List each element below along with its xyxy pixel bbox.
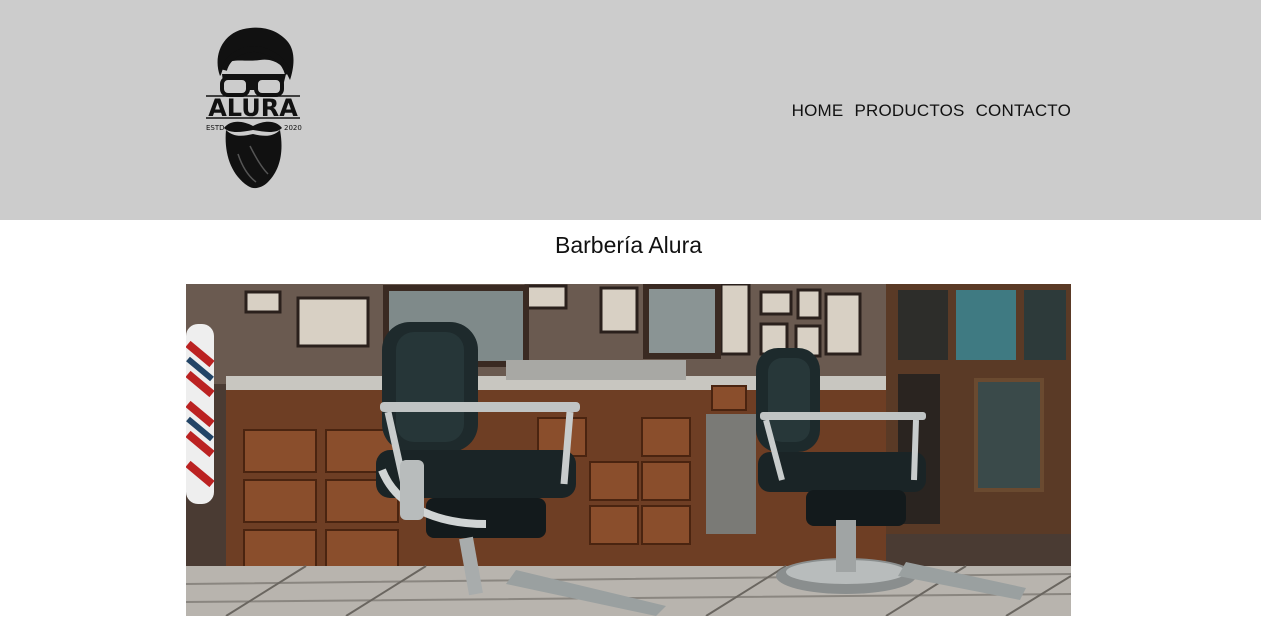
- barbershop-banner-image: [186, 284, 1071, 616]
- alura-logo[interactable]: ALURA ESTD 2020: [202, 24, 304, 192]
- nav-productos-link[interactable]: PRODUCTOS: [854, 101, 964, 121]
- page-title: Barbería Alura: [554, 232, 703, 258]
- logo-year-text: 2020: [284, 124, 302, 132]
- site-header: ALURA ESTD 2020 HOME PRODUCTOS CONTACTO: [0, 0, 1261, 220]
- nav-contacto-link[interactable]: CONTACTO: [976, 101, 1071, 121]
- barbershop-interior-photo-icon: [186, 284, 1071, 616]
- main-nav: HOME PRODUCTOS CONTACTO: [792, 101, 1071, 121]
- bearded-man-glasses-logo-icon: ALURA ESTD 2020: [206, 27, 302, 189]
- nav-home-link[interactable]: HOME: [792, 101, 844, 121]
- logo-brand-text: ALURA: [208, 94, 298, 122]
- logo-estd-text: ESTD: [206, 124, 225, 132]
